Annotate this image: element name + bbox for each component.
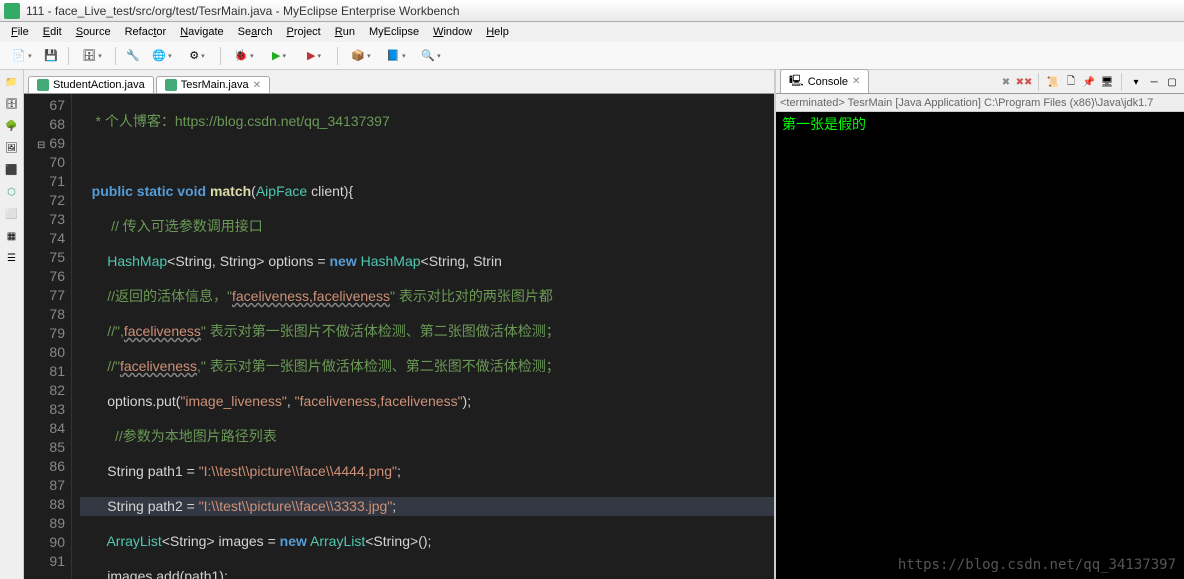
tab-tesrmain[interactable]: TesrMain.java ✕ (156, 76, 270, 93)
separator (115, 47, 116, 65)
menu-window[interactable]: Window (426, 26, 479, 38)
editor-region: StudentAction.java TesrMain.java ✕ 67686… (24, 70, 774, 579)
console-region: 🖳 Console ✕ ✖ ✖✖ 📜 🗋 📌 🖥 ▾ ─ ▢ <termina (774, 70, 1184, 579)
separator (68, 47, 69, 65)
db-icon[interactable]: 🗄 (3, 96, 21, 112)
separator (1121, 73, 1122, 91)
menu-source[interactable]: Source (69, 26, 118, 38)
new-button[interactable]: 📄 (6, 46, 38, 66)
maximize-icon[interactable]: ▢ (1164, 74, 1180, 90)
tab-label: TesrMain.java (181, 79, 249, 91)
main-toolbar: 📄 💾 🗄 🔧 🌐 ⚙ 🐞 ▶ ▶ 📦 📘 🔍 (0, 42, 1184, 70)
remove-all-icon[interactable]: ✖✖ (1016, 74, 1032, 90)
menu-search[interactable]: Search (231, 26, 280, 38)
console-output[interactable]: 第一张是假的 https://blog.csdn.net/qq_34137397 (776, 112, 1184, 579)
type-hierarchy-icon[interactable]: 🌳 (3, 118, 21, 134)
tool-3[interactable]: ⚙ (181, 46, 213, 66)
outline-icon[interactable]: ☰ (3, 250, 21, 266)
run-ext-button[interactable]: ▶ (298, 46, 330, 66)
tool-1[interactable]: 🔧 (123, 46, 143, 66)
app-icon (4, 3, 20, 19)
minimize-icon[interactable]: ─ (1146, 74, 1162, 90)
tab-studentaction[interactable]: StudentAction.java (28, 76, 154, 93)
remove-launch-icon[interactable]: ✖ (998, 74, 1014, 90)
open-console-icon[interactable]: ▾ (1128, 74, 1144, 90)
tool-4[interactable]: 📦 (345, 46, 377, 66)
menu-project[interactable]: Project (280, 26, 328, 38)
save-button[interactable]: 💾 (41, 46, 61, 66)
menu-myeclipse[interactable]: MyEclipse (362, 26, 426, 38)
console-icon: 🖳 (789, 72, 804, 91)
debug-button[interactable]: 🐞 (228, 46, 260, 66)
java-file-icon (37, 79, 49, 91)
close-icon[interactable]: ✕ (253, 80, 261, 91)
left-toolbar: 📁 🗄 🌳 🖼 ⬛ ⬡ ⬜ ▦ ☰ (0, 70, 24, 579)
tab-label: StudentAction.java (53, 79, 145, 91)
code-content[interactable]: * 个人博客：https://blog.csdn.net/qq_34137397… (72, 94, 774, 579)
pin-console-icon[interactable]: 📌 (1081, 74, 1097, 90)
close-icon[interactable]: ✕ (852, 76, 860, 87)
line-number-gutter: 676869 707172 737475 767778 798081 82838… (24, 94, 72, 579)
clear-console-icon[interactable]: 🗋 (1063, 74, 1079, 90)
window-titlebar: 111 - face_Live_test/src/org/test/TesrMa… (0, 0, 1184, 22)
scroll-lock-icon[interactable]: 📜 (1045, 74, 1061, 90)
menu-file[interactable]: File (4, 26, 36, 38)
console-header: <terminated> TesrMain [Java Application]… (776, 94, 1184, 112)
menu-navigate[interactable]: Navigate (173, 26, 230, 38)
code-editor[interactable]: 676869 707172 737475 767778 798081 82838… (24, 94, 774, 579)
menu-edit[interactable]: Edit (36, 26, 69, 38)
tool-6[interactable]: 🔍 (415, 46, 447, 66)
tab-label: Console (808, 76, 848, 88)
image-icon[interactable]: 🖼 (3, 140, 21, 156)
rest-icon[interactable]: ⬜ (3, 206, 21, 222)
tool-5[interactable]: 📘 (380, 46, 412, 66)
deploy-button[interactable]: 🗄 (76, 46, 108, 66)
menu-help[interactable]: Help (479, 26, 516, 38)
tab-console[interactable]: 🖳 Console ✕ (780, 69, 869, 93)
java-file-icon (165, 79, 177, 91)
minimap-icon[interactable]: ▦ (3, 228, 21, 244)
separator (220, 47, 221, 65)
editor-tabs: StudentAction.java TesrMain.java ✕ (24, 70, 774, 94)
menu-refactor[interactable]: Refactor (118, 26, 174, 38)
run-button[interactable]: ▶ (263, 46, 295, 66)
menubar: File Edit Source Refactor Navigate Searc… (0, 22, 1184, 42)
window-title: 111 - face_Live_test/src/org/test/TesrMa… (26, 4, 460, 18)
menu-run[interactable]: Run (328, 26, 362, 38)
separator (1038, 73, 1039, 91)
spring-icon[interactable]: ⬡ (3, 184, 21, 200)
watermark: https://blog.csdn.net/qq_34137397 (776, 557, 1176, 573)
separator (337, 47, 338, 65)
tool-2[interactable]: 🌐 (146, 46, 178, 66)
junit-icon[interactable]: ⬛ (3, 162, 21, 178)
package-explorer-icon[interactable]: 📁 (3, 74, 21, 90)
console-tabs: 🖳 Console ✕ ✖ ✖✖ 📜 🗋 📌 🖥 ▾ ─ ▢ (776, 70, 1184, 94)
console-line: 第一张是假的 (782, 114, 1178, 134)
display-selected-icon[interactable]: 🖥 (1099, 74, 1115, 90)
